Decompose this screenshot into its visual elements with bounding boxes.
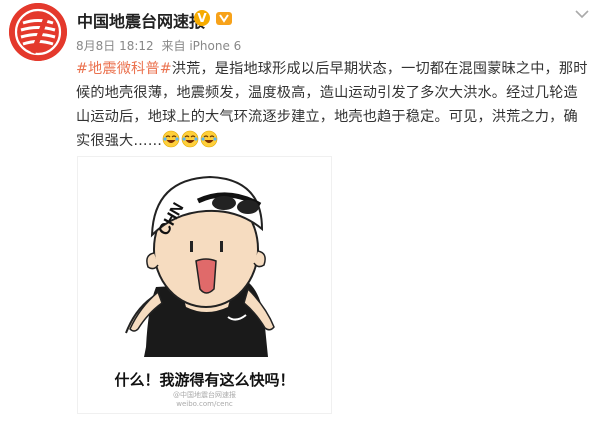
post-timestamp[interactable]: 8月8日 18:12: [76, 39, 154, 53]
chevron-down-icon[interactable]: [571, 6, 593, 22]
post-text-segment: 洪荒，是指地球形成以后早期状态，一切都在混囤蒙昧之中，那时: [171, 61, 588, 77]
verified-icon: V: [194, 10, 210, 26]
post-image[interactable]: CHN 什么！我游得有这么快吗！ @中国地震台网速报 weibo.com/cen…: [77, 156, 332, 414]
post-text-line: 山运动后，地球上的大气环流逐步建立，地壳也趋于稳定。可见，洪荒之力，确: [76, 109, 578, 125]
watermark-line: @中国地震台网速报: [173, 391, 236, 399]
weibo-post: 中国地震台网速报 V 8月8日 18:12 来自 iPhone 6 #地震微科普…: [0, 0, 614, 425]
watermark-line: weibo.com/cenc: [176, 400, 233, 408]
post-text-segment: 实很强大……: [76, 133, 163, 149]
post-source: 来自 iPhone 6: [161, 39, 242, 53]
post-meta: 8月8日 18:12 来自 iPhone 6: [76, 37, 245, 54]
avatar[interactable]: [9, 3, 67, 61]
meme-caption: 什么！我游得有这么快吗！: [114, 371, 295, 389]
cenc-logo-icon: [9, 3, 67, 61]
image-watermark: @中国地震台网速报 weibo.com/cenc: [78, 391, 331, 409]
post-text-line: #地震微科普#洪荒，是指地球形成以后早期状态，一切都在混囤蒙昧之中，那时: [76, 57, 596, 81]
post-text: #地震微科普#洪荒，是指地球形成以后早期状态，一切都在混囤蒙昧之中，那时 候的地…: [76, 57, 596, 153]
username[interactable]: 中国地震台网速报: [77, 8, 205, 32]
laugh-cry-emoji-icon: [162, 130, 180, 148]
post-text-line: 候的地壳很薄，地震频发，温度极高，造山运动引发了多次大洪水。经过几轮造: [76, 85, 578, 101]
member-badge-icon[interactable]: [215, 9, 233, 27]
post-text-line: 实很强大……: [76, 129, 596, 153]
hashtag-link[interactable]: #地震微科普#: [76, 61, 172, 77]
laugh-cry-emoji-icon: [181, 130, 199, 148]
laugh-cry-emoji-icon: [200, 130, 218, 148]
